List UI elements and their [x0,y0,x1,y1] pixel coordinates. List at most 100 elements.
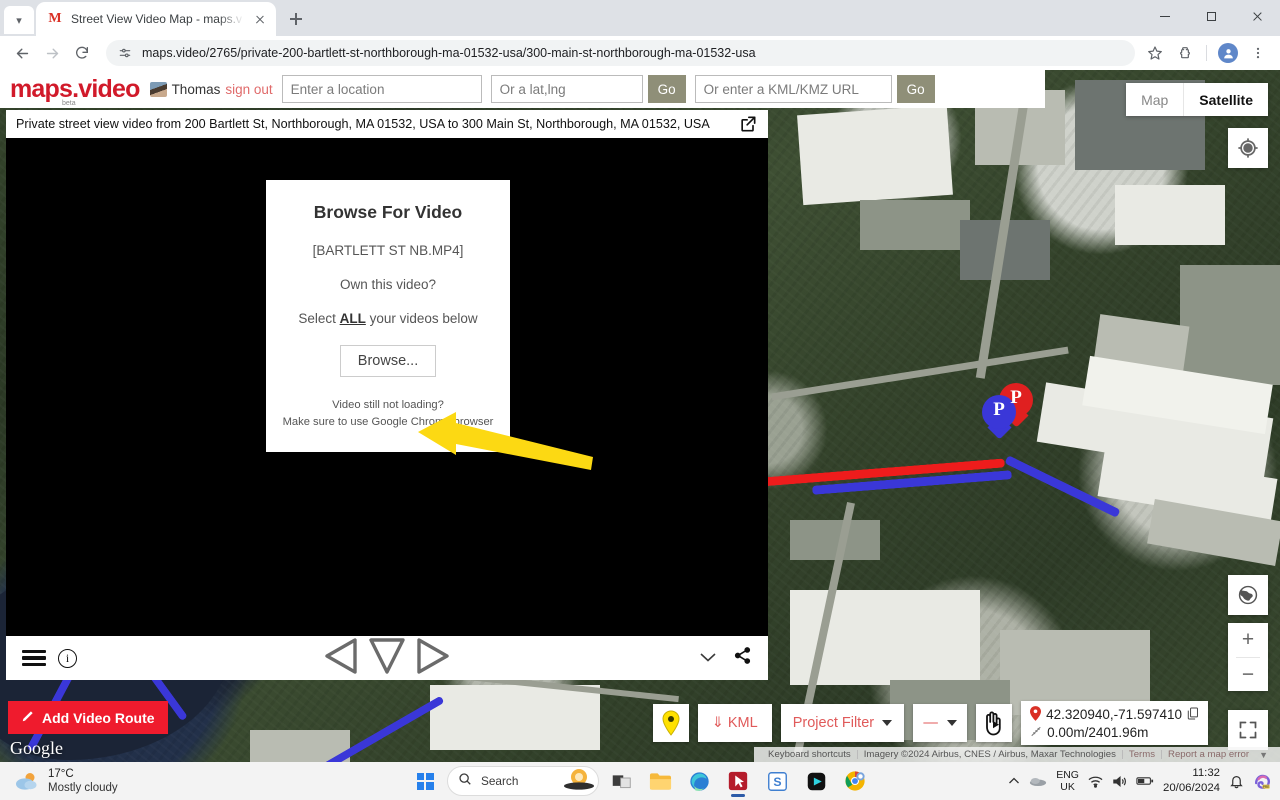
pencil-icon [21,709,35,726]
pan-hand-icon[interactable] [976,704,1013,742]
search-input[interactable]: Search [447,766,599,796]
dialog-filename: [BARTLETT ST NB.MP4] [312,243,464,258]
report-map-error-link[interactable]: Report a map error [1162,749,1255,760]
video-controls-bar: i [6,636,768,680]
profile-avatar-icon[interactable] [1214,39,1242,67]
search-placeholder: Search [481,774,519,788]
select-prefix: Select [298,311,340,326]
media-player-icon[interactable] [799,764,833,798]
battery-icon[interactable] [1136,775,1154,787]
svg-text:PRE: PRE [1263,784,1270,788]
user-name: Thomas [171,81,221,97]
map-building [1115,185,1225,245]
google-chrome-icon[interactable] [838,764,872,798]
close-window-icon[interactable] [1234,0,1280,32]
show-hidden-icons-chevron[interactable] [1008,776,1020,786]
map-attribution: Keyboard shortcuts Imagery ©2024 Airbus,… [754,747,1280,762]
zoom-out-button[interactable]: − [1228,658,1268,692]
volume-icon[interactable] [1112,775,1127,788]
browser-toolbar: maps.video/2765/private-200-bartlett-st-… [0,36,1280,70]
ruler-icon [1030,725,1042,741]
map-type-switcher: Map Satellite [1126,83,1268,116]
yellow-pin-icon[interactable] [652,704,689,742]
file-explorer-icon[interactable] [643,764,677,798]
star-icon[interactable] [1141,39,1169,67]
style-dropdown[interactable]: — [913,704,968,742]
dialog-own-question: Own this video? [339,277,437,292]
browser-tab[interactable]: M Street View Video Map - maps.v [36,2,276,36]
minimize-icon[interactable] [1142,0,1188,32]
latlng-input[interactable]: Or a lat,lng [490,75,643,103]
open-in-new-window-icon[interactable] [738,114,758,134]
add-video-route-button[interactable]: Add Video Route [8,701,168,734]
location-input[interactable]: Enter a location [281,75,482,103]
chevron-down-icon [946,720,957,726]
next-triangle-icon[interactable] [411,636,453,681]
sign-out-link[interactable]: sign out [225,82,272,97]
site-settings-icon[interactable] [118,46,133,61]
forward-arrow-icon[interactable] [38,39,66,67]
down-triangle-icon[interactable] [366,636,408,681]
route-description-text: Private street view video from 200 Bartl… [16,117,710,131]
go-button-latlng[interactable]: Go [647,75,686,103]
marker-blue-p[interactable]: P [982,395,1016,440]
dialog-title: Browse For Video [313,202,463,222]
previous-triangle-icon[interactable] [321,636,363,681]
project-filter-label: Project Filter [792,715,875,731]
zoom-in-button[interactable]: + [1228,623,1268,657]
microsoft-edge-icon[interactable] [682,764,716,798]
select-all-emphasis: ALL [339,311,366,326]
imagery-credit: Imagery ©2024 Airbus, CNES / Airbus, Max… [863,749,1116,760]
address-bar[interactable]: maps.video/2765/private-200-bartlett-st-… [106,40,1135,66]
distance-row: 0.00m/2401.96m [1030,725,1148,741]
project-filter-dropdown[interactable]: Project Filter [780,704,905,742]
my-location-icon[interactable] [1228,128,1268,168]
red-marker-icon [1030,705,1042,724]
tab-map[interactable]: Map [1126,83,1183,116]
globe-icon[interactable] [1228,575,1268,615]
keyboard-shortcuts-link[interactable]: Keyboard shortcuts [762,749,857,760]
map-building [430,685,600,750]
terms-link[interactable]: Terms [1123,749,1161,760]
go-button-kml[interactable]: Go [896,75,935,103]
google-watermark: Google [10,738,63,758]
snagit-icon[interactable]: S [760,764,794,798]
maps-video-favicon: M [48,11,62,26]
tab-satellite[interactable]: Satellite [1183,83,1268,116]
screen: ▾ M Street View Video Map - maps.v maps. [0,0,1280,800]
add-video-route-label: Add Video Route [42,709,155,726]
video-player-panel[interactable]: Browse For Video [BARTLETT ST NB.MP4] Ow… [6,138,768,680]
chevron-down-icon [882,720,893,726]
site-logo[interactable]: maps.video beta [10,75,140,107]
copy-icon[interactable] [1187,706,1199,723]
back-arrow-icon[interactable] [8,39,36,67]
chevron-down-icon[interactable]: ▼ [1255,750,1274,760]
notification-bell-icon[interactable] [1229,774,1244,789]
map-building [797,104,953,206]
wifi-icon[interactable] [1088,775,1103,788]
plus-icon[interactable] [282,5,310,33]
kml-download-button[interactable]: ⇓ KML [697,704,772,742]
three-dot-menu-icon[interactable] [1244,39,1272,67]
beta-badge: beta [62,99,76,107]
search-highlight-icon [558,767,598,795]
onedrive-cloud-icon[interactable] [1029,775,1047,787]
snipping-tool-icon[interactable] [721,764,755,798]
fullscreen-icon[interactable] [1228,710,1268,750]
copilot-icon[interactable]: PRE [1253,772,1272,791]
browse-button[interactable]: Browse... [339,345,437,377]
tab-search-icon[interactable]: ▾ [4,6,34,34]
window-controls [1142,0,1280,36]
windows-start-icon[interactable] [408,764,442,798]
svg-text:S: S [773,774,781,788]
close-icon[interactable] [252,11,268,27]
clock[interactable]: 11:32 20/06/2024 [1163,766,1220,795]
extensions-puzzle-icon[interactable] [1171,39,1199,67]
maximize-icon[interactable] [1188,0,1234,32]
site-header: maps.video beta Thomas sign out Enter a … [0,70,1045,108]
taskview-icon[interactable] [604,764,638,798]
kml-url-input[interactable]: Or enter a KML/KMZ URL [694,75,892,103]
language-indicator[interactable]: ENG UK [1056,769,1079,794]
language-line-1: ENG [1056,768,1079,781]
reload-icon[interactable] [68,39,96,67]
